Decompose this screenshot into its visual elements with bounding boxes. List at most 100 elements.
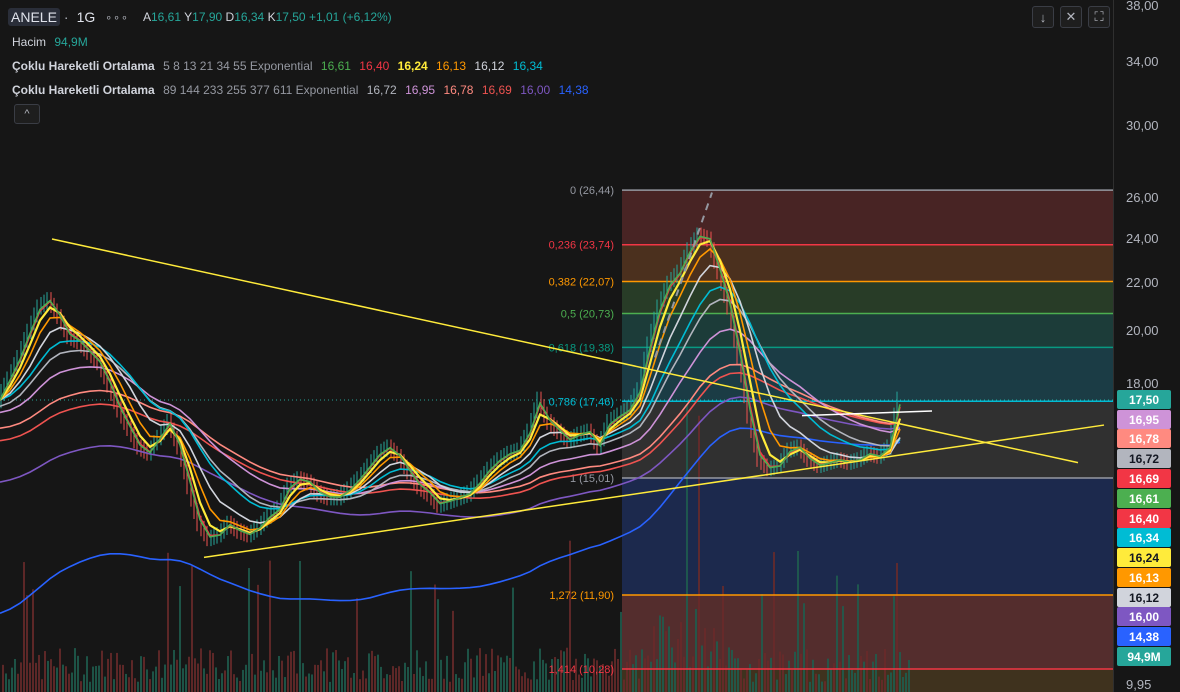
volume-bar <box>689 667 691 692</box>
volume-bar <box>731 649 733 692</box>
volume-bar <box>638 678 640 692</box>
volume-bar <box>773 552 775 692</box>
price-badge: 16,78 <box>1117 429 1171 448</box>
volume-bar <box>95 666 97 692</box>
volume-bar <box>137 681 139 692</box>
volume-bar <box>467 648 469 692</box>
price-badge: 14,38 <box>1117 627 1171 646</box>
ohlc-open-key: A <box>142 10 151 24</box>
volume-bar <box>629 649 631 692</box>
volume-bar <box>434 584 436 692</box>
volume-bar <box>98 665 100 692</box>
volume-bar <box>716 641 718 692</box>
volume-bar <box>863 661 865 692</box>
volume-bar <box>413 673 415 692</box>
chart-canvas[interactable]: 0 (26,44) 0,236 (23,74) 0,382 (22,07) 0,5 (… <box>0 0 1113 692</box>
ohlc-high: 17,90 <box>192 10 223 24</box>
volume-bar <box>56 667 58 692</box>
volume-bar <box>164 664 166 692</box>
volume-bar <box>119 664 121 692</box>
volume-bar <box>668 626 670 692</box>
volume-bar <box>386 674 388 692</box>
volume-bar <box>878 676 880 692</box>
volume-bar <box>665 631 667 692</box>
volume-bar <box>479 648 481 692</box>
timeframe[interactable]: 1G <box>77 9 96 25</box>
volume-bar <box>503 662 505 692</box>
volume-bar <box>185 664 187 692</box>
more-options-icon[interactable]: ∘∘∘ <box>105 11 129 24</box>
volume-bar <box>833 663 835 692</box>
volume-bar <box>608 675 610 692</box>
volume-bar <box>719 659 721 692</box>
ohlc-low: 16,34 <box>234 10 265 24</box>
volume-bar <box>449 681 451 692</box>
fib-label: 0,382 (22,07) <box>549 276 614 288</box>
volume-bar <box>848 655 850 692</box>
volume-bar <box>251 653 253 692</box>
volume-legend[interactable]: Hacim 94,9M <box>12 35 93 49</box>
volume-bar <box>476 655 478 692</box>
collapse-icon[interactable]: ✕ <box>1060 6 1082 28</box>
ohlc-high-key: Y <box>184 10 193 24</box>
ohlc-open: 16,61 <box>150 10 181 24</box>
volume-bar <box>497 655 499 692</box>
fullscreen-icon[interactable]: ⛶ <box>1088 6 1110 28</box>
ema-legend-label: Çoklu Hareketli Ortalama <box>12 59 155 73</box>
volume-bar <box>230 650 232 692</box>
volume-bar <box>779 651 781 692</box>
volume-bar <box>323 671 325 692</box>
volume-bar <box>89 681 91 692</box>
price-badge: 16,69 <box>1117 469 1171 488</box>
volume-bar <box>218 679 220 692</box>
symbol-name[interactable]: ANELE <box>8 8 60 26</box>
volume-bar <box>143 656 145 692</box>
volume-bar <box>398 666 400 692</box>
volume-bar <box>869 679 871 692</box>
volume-bar <box>245 664 247 692</box>
price-badge: 16,13 <box>1117 568 1171 587</box>
arrow-down-icon[interactable]: ↓ <box>1032 6 1054 28</box>
volume-bar <box>290 651 292 692</box>
ema-value: 16,34 <box>512 59 543 73</box>
volume-bar <box>122 664 124 692</box>
volume-bar <box>113 679 115 692</box>
ema-legend-2[interactable]: Çoklu Hareketli Ortalama 89 144 233 255 … <box>12 83 594 97</box>
volume-bar <box>518 669 520 692</box>
volume-bar <box>50 659 52 692</box>
volume-bar <box>167 552 169 692</box>
volume-bar <box>707 666 709 692</box>
volume-bar <box>377 654 379 692</box>
legend-collapse-button[interactable]: ^ <box>14 104 40 124</box>
volume-bar <box>428 678 430 692</box>
volume-bar <box>224 670 226 692</box>
volume-bar <box>107 658 109 692</box>
volume-bar <box>854 672 856 692</box>
symbol-header: ANELE · 1G ∘∘∘ A16,61 Y17,90 D16,34 K17,… <box>8 6 392 28</box>
volume-bar <box>710 651 712 692</box>
axis-tick: 38,00 <box>1126 0 1159 13</box>
volume-bar <box>422 676 424 692</box>
volume-bar <box>44 651 46 692</box>
volume-bar <box>791 669 793 692</box>
fib-zone <box>622 478 1113 595</box>
price-badge: 16,24 <box>1117 548 1171 567</box>
volume-bar <box>482 675 484 692</box>
axis-tick: 20,00 <box>1126 323 1159 338</box>
volume-bar <box>749 664 751 692</box>
price-badge: 16,95 <box>1117 410 1171 429</box>
price-axis[interactable]: 38,00 34,00 30,00 26,00 24,00 22,00 20,0… <box>1113 0 1180 692</box>
volume-bar <box>788 660 790 692</box>
volume-bar <box>197 663 199 692</box>
volume-bar <box>674 662 676 692</box>
volume-bar <box>140 656 142 692</box>
volume-bar <box>110 652 112 692</box>
volume-bar <box>443 678 445 692</box>
volume-bar <box>206 673 208 692</box>
price-badge: 16,40 <box>1117 509 1171 528</box>
volume-bar <box>824 681 826 692</box>
ema-legend-1[interactable]: Çoklu Hareketli Ortalama 5 8 13 21 34 55… <box>12 59 548 73</box>
volume-bar <box>491 648 493 692</box>
volume-bar <box>161 677 163 692</box>
volume-bar <box>191 566 193 692</box>
